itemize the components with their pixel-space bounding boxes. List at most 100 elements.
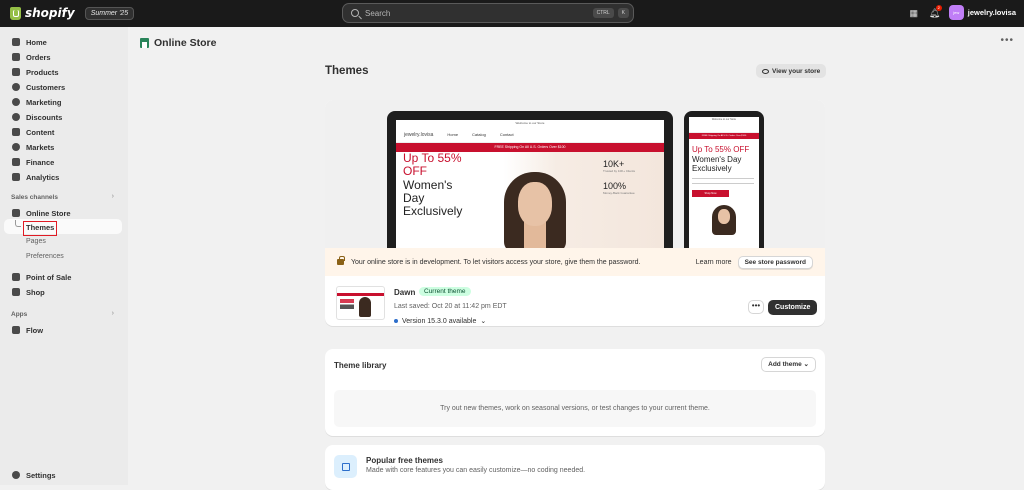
flow-icon — [12, 326, 20, 334]
view-store-button[interactable]: View your store — [756, 64, 827, 78]
add-theme-button[interactable]: Add theme ⌄ — [761, 357, 816, 372]
sidebar-item-marketing[interactable]: Marketing — [12, 96, 61, 108]
home-icon — [12, 38, 20, 46]
shortcut-ctrl: CTRL — [592, 8, 614, 18]
theme-thumbnail — [336, 286, 385, 320]
shortcut-key: K — [617, 8, 629, 18]
store-name[interactable]: jewelry.lovisa — [968, 8, 1016, 17]
sidebar-item-orders[interactable]: Orders — [12, 51, 51, 63]
store-password-notice: Your online store is in development. To … — [325, 248, 825, 276]
status-badge: Current theme — [419, 287, 471, 296]
theme-library-card: Theme library Add theme ⌄ Try out new th… — [325, 349, 825, 436]
sidebar-item-analytics[interactable]: Analytics — [12, 171, 59, 183]
themes-heading: Themes — [325, 65, 369, 77]
version-dot-icon — [394, 319, 398, 323]
sidebar-item-shop[interactable]: Shop — [12, 286, 45, 298]
sidebar-item-pages[interactable]: Pages — [26, 238, 46, 245]
theme-library-title: Theme library — [334, 361, 387, 370]
sidebar-item-markets[interactable]: Markets — [12, 141, 54, 153]
preview-nav: jewelry.lovisa Home Catalog Contact — [396, 127, 664, 143]
desktop-preview: Welcome to our Store jewelry.lovisa Home… — [387, 111, 673, 248]
search-placeholder: Search — [365, 8, 391, 18]
popular-themes-subtitle: Made with core features you can easily c… — [366, 467, 586, 474]
search-icon — [351, 9, 359, 17]
shopify-logo[interactable]: shopify Summer '25 — [10, 6, 135, 20]
current-theme-card: Welcome to our Store jewelry.lovisa Home… — [325, 100, 825, 326]
preview-hero-offer: Up To 55% OFF — [403, 151, 462, 178]
content-icon — [12, 128, 20, 136]
person-icon — [12, 83, 20, 91]
current-theme-row: Dawn Current theme Last saved: Oct 20 at… — [325, 276, 825, 326]
bell-icon[interactable]: 🔔︎ 2 — [929, 4, 942, 18]
lock-icon — [337, 256, 345, 265]
avatar[interactable]: jew — [948, 5, 964, 20]
chart-icon — [12, 173, 20, 181]
preview-brand: jewelry.lovisa — [404, 131, 434, 138]
preview-hero: Up To 55% OFF Women's Day Exclusively 10… — [396, 152, 664, 248]
see-store-password-button[interactable]: See store password — [737, 255, 813, 269]
preview-shop-button: Shop Now — [692, 190, 729, 197]
sidebar-item-online-store[interactable]: Online Store — [12, 207, 71, 219]
theme-name: Dawn — [394, 288, 416, 297]
mobile-preview: Welcome to our Store FREE Shipping On Al… — [684, 111, 764, 248]
chevron-down-icon: ⌄ — [480, 318, 487, 325]
theme-preview[interactable]: Welcome to our Store jewelry.lovisa Home… — [325, 100, 825, 248]
orders-icon — [12, 53, 20, 61]
main-content: Online Store ••• Themes View your store … — [128, 27, 1024, 490]
shopify-bag-icon — [10, 6, 21, 20]
more-actions-icon[interactable]: ••• — [1000, 35, 1014, 46]
sidebar-item-preferences[interactable]: Preferences — [26, 253, 64, 260]
brand-name: shopify — [25, 6, 75, 20]
sidebar-item-customers[interactable]: Customers — [12, 81, 65, 93]
active-item-background — [4, 219, 122, 234]
sales-channels-label[interactable]: Sales channels — [11, 194, 58, 201]
edition-badge[interactable]: Summer '25 — [84, 6, 135, 20]
sidebar-item-content[interactable]: Content — [12, 126, 54, 138]
chevron-down-icon: ⌄ — [803, 361, 809, 368]
top-bar: shopify Summer '25 Search CTRL K ▦ 🔔︎ 2 j… — [0, 0, 1024, 27]
tag-icon — [12, 68, 20, 76]
version-dropdown[interactable]: Version 15.3.0 available ⌄ — [394, 317, 486, 325]
globe-icon — [12, 143, 20, 151]
theme-library-empty-state: Try out new themes, work on seasonal ver… — [334, 390, 816, 427]
notice-text: Your online store is in development. To … — [351, 258, 641, 266]
learn-more-link[interactable]: Learn more — [696, 259, 732, 266]
sidebar-item-products[interactable]: Products — [12, 66, 59, 78]
sidebar-item-home[interactable]: Home — [12, 36, 47, 48]
sidebar-item-flow[interactable]: Flow — [12, 324, 43, 336]
customize-button[interactable]: Customize — [768, 300, 818, 315]
sidebar: Home Orders Products Customers Marketing… — [0, 27, 128, 485]
sidebar-item-settings[interactable]: Settings — [12, 469, 56, 481]
online-store-icon — [140, 38, 149, 48]
notification-count: 2 — [935, 4, 942, 11]
page-header: Online Store — [140, 37, 216, 49]
sidebar-item-point-of-sale[interactable]: Point of Sale — [12, 271, 71, 283]
preview-stats: 10K+ Trusted by 10K+ Clients 100% Money-… — [603, 159, 635, 195]
model-image — [504, 172, 566, 248]
discount-icon — [12, 113, 20, 121]
popular-themes-card: Popular free themes Made with core featu… — [325, 445, 825, 490]
gear-icon — [12, 471, 20, 479]
preview-announcement: Welcome to our Store — [396, 120, 664, 127]
last-saved-text: Last saved: Oct 20 at 11:42 pm EDT — [394, 303, 507, 310]
model-image-mobile — [712, 205, 736, 235]
page-title: Online Store — [154, 37, 217, 49]
chevron-right-icon[interactable]: › — [112, 193, 114, 200]
preview-hero-subtitle: Women's Day Exclusively — [403, 178, 463, 218]
sidebar-item-finance[interactable]: Finance — [12, 156, 54, 168]
search-input[interactable]: Search CTRL K — [342, 3, 634, 23]
online-store-icon — [12, 209, 20, 217]
shop-icon — [12, 288, 20, 296]
pos-icon — [12, 273, 20, 281]
tree-connector — [15, 220, 21, 227]
theme-icon — [334, 455, 357, 478]
bank-icon — [12, 158, 20, 166]
store-icon[interactable]: ▦ — [909, 8, 919, 18]
theme-more-actions-button[interactable]: ••• — [748, 300, 764, 314]
eye-icon — [762, 68, 769, 74]
apps-label[interactable]: Apps — [11, 311, 27, 318]
target-icon — [12, 98, 20, 106]
popular-themes-title: Popular free themes — [366, 456, 443, 465]
chevron-right-icon[interactable]: › — [112, 310, 114, 317]
sidebar-item-discounts[interactable]: Discounts — [12, 111, 62, 123]
